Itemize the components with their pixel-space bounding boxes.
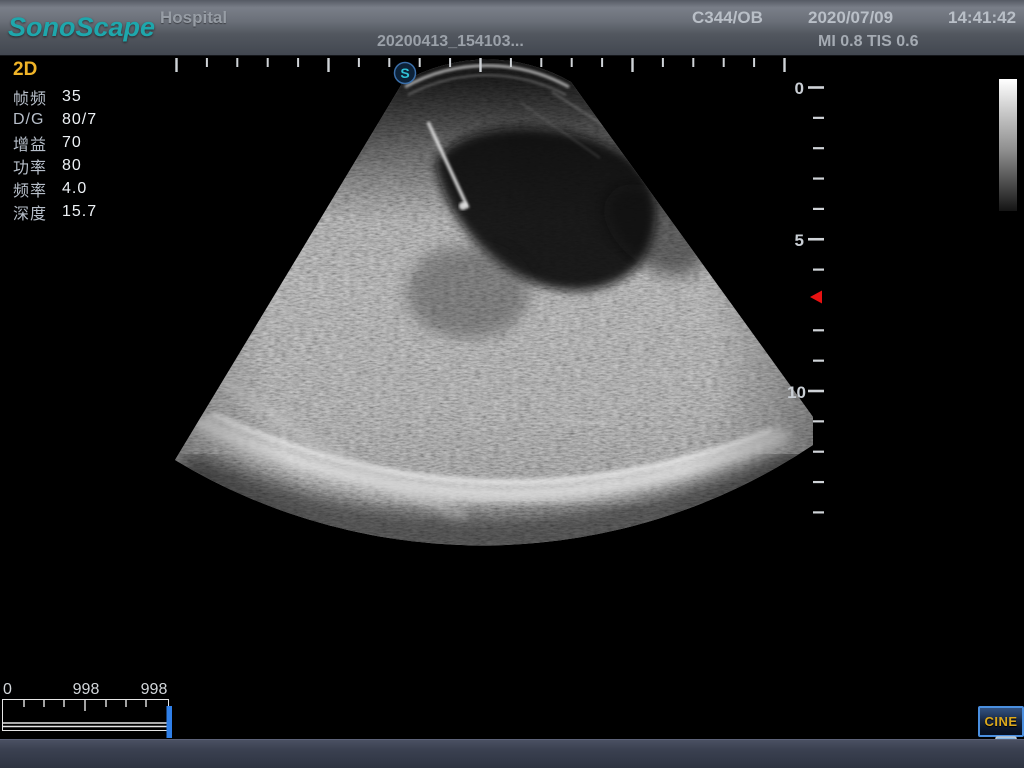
param-value: 70 bbox=[62, 134, 82, 152]
param-row-frame-rate: 帧频 35 bbox=[13, 85, 153, 108]
brand-logo: SonoScape bbox=[8, 12, 155, 43]
title-bar: SonoScape Hospital C344/OB 2020/07/09 14… bbox=[0, 0, 1024, 56]
probe-preset-label: C344/OB bbox=[692, 8, 763, 28]
mi-tis-indices: MI 0.8 TIS 0.6 bbox=[818, 33, 918, 51]
cine-current-frame: 998 bbox=[60, 681, 112, 699]
param-label: D/G bbox=[13, 111, 62, 129]
param-value: 80/7 bbox=[62, 111, 97, 129]
cine-progress-gauge[interactable] bbox=[2, 698, 176, 742]
orientation-marker-label: S bbox=[400, 65, 409, 81]
param-label: 增益 bbox=[13, 131, 62, 155]
system-date: 2020/07/09 bbox=[808, 8, 893, 28]
param-value: 80 bbox=[62, 157, 82, 175]
cine-frame-numbers: 0 998 998 bbox=[0, 681, 180, 699]
param-label: 深度 bbox=[13, 200, 62, 224]
lateral-ruler bbox=[177, 58, 785, 72]
param-value: 4.0 bbox=[62, 180, 87, 198]
cine-position-slider[interactable] bbox=[167, 706, 173, 738]
focus-marker-icon bbox=[810, 291, 822, 304]
param-label: 功率 bbox=[13, 154, 62, 178]
cine-button[interactable]: CINE bbox=[978, 706, 1024, 737]
depth-label-0: 0 bbox=[795, 79, 804, 98]
grayscale-bar bbox=[999, 79, 1017, 211]
image-params-panel: 2D 帧频 35 D/G 80/7 增益 70 功率 80 频率 4.0 深度 … bbox=[13, 59, 153, 223]
param-row-frequency: 频率 4.0 bbox=[13, 177, 153, 200]
param-row-gain: 增益 70 bbox=[13, 131, 153, 154]
ultrasound-screen: 0 5 10 S SonoScape Hospital C344/OB 2020… bbox=[0, 0, 1024, 768]
param-value: 35 bbox=[62, 88, 82, 106]
param-row-depth: 深度 15.7 bbox=[13, 200, 153, 223]
cine-total-frames: 998 bbox=[128, 681, 180, 699]
orientation-marker: S bbox=[395, 63, 416, 84]
param-row-power: 功率 80 bbox=[13, 154, 153, 177]
system-time: 14:41:42 bbox=[948, 8, 1016, 28]
depth-label-5: 5 bbox=[795, 231, 804, 250]
param-label: 帧频 bbox=[13, 85, 62, 109]
cine-gauge-ticks bbox=[24, 700, 146, 711]
cine-button-label: CINE bbox=[984, 714, 1017, 729]
param-label: 频率 bbox=[13, 177, 62, 201]
bottom-status-bar bbox=[0, 739, 1024, 768]
cine-start-frame: 0 bbox=[3, 681, 12, 699]
ultrasound-image-area: 0 5 10 S bbox=[0, 0, 1024, 768]
depth-label-10: 10 bbox=[787, 383, 806, 402]
b-mode-fan-image bbox=[165, 50, 825, 560]
mode-label: 2D bbox=[13, 59, 153, 85]
hospital-name: Hospital bbox=[160, 8, 227, 28]
exam-id: 20200413_154103... bbox=[377, 33, 524, 51]
param-row-dynamic-range: D/G 80/7 bbox=[13, 108, 153, 131]
param-value: 15.7 bbox=[62, 203, 97, 221]
